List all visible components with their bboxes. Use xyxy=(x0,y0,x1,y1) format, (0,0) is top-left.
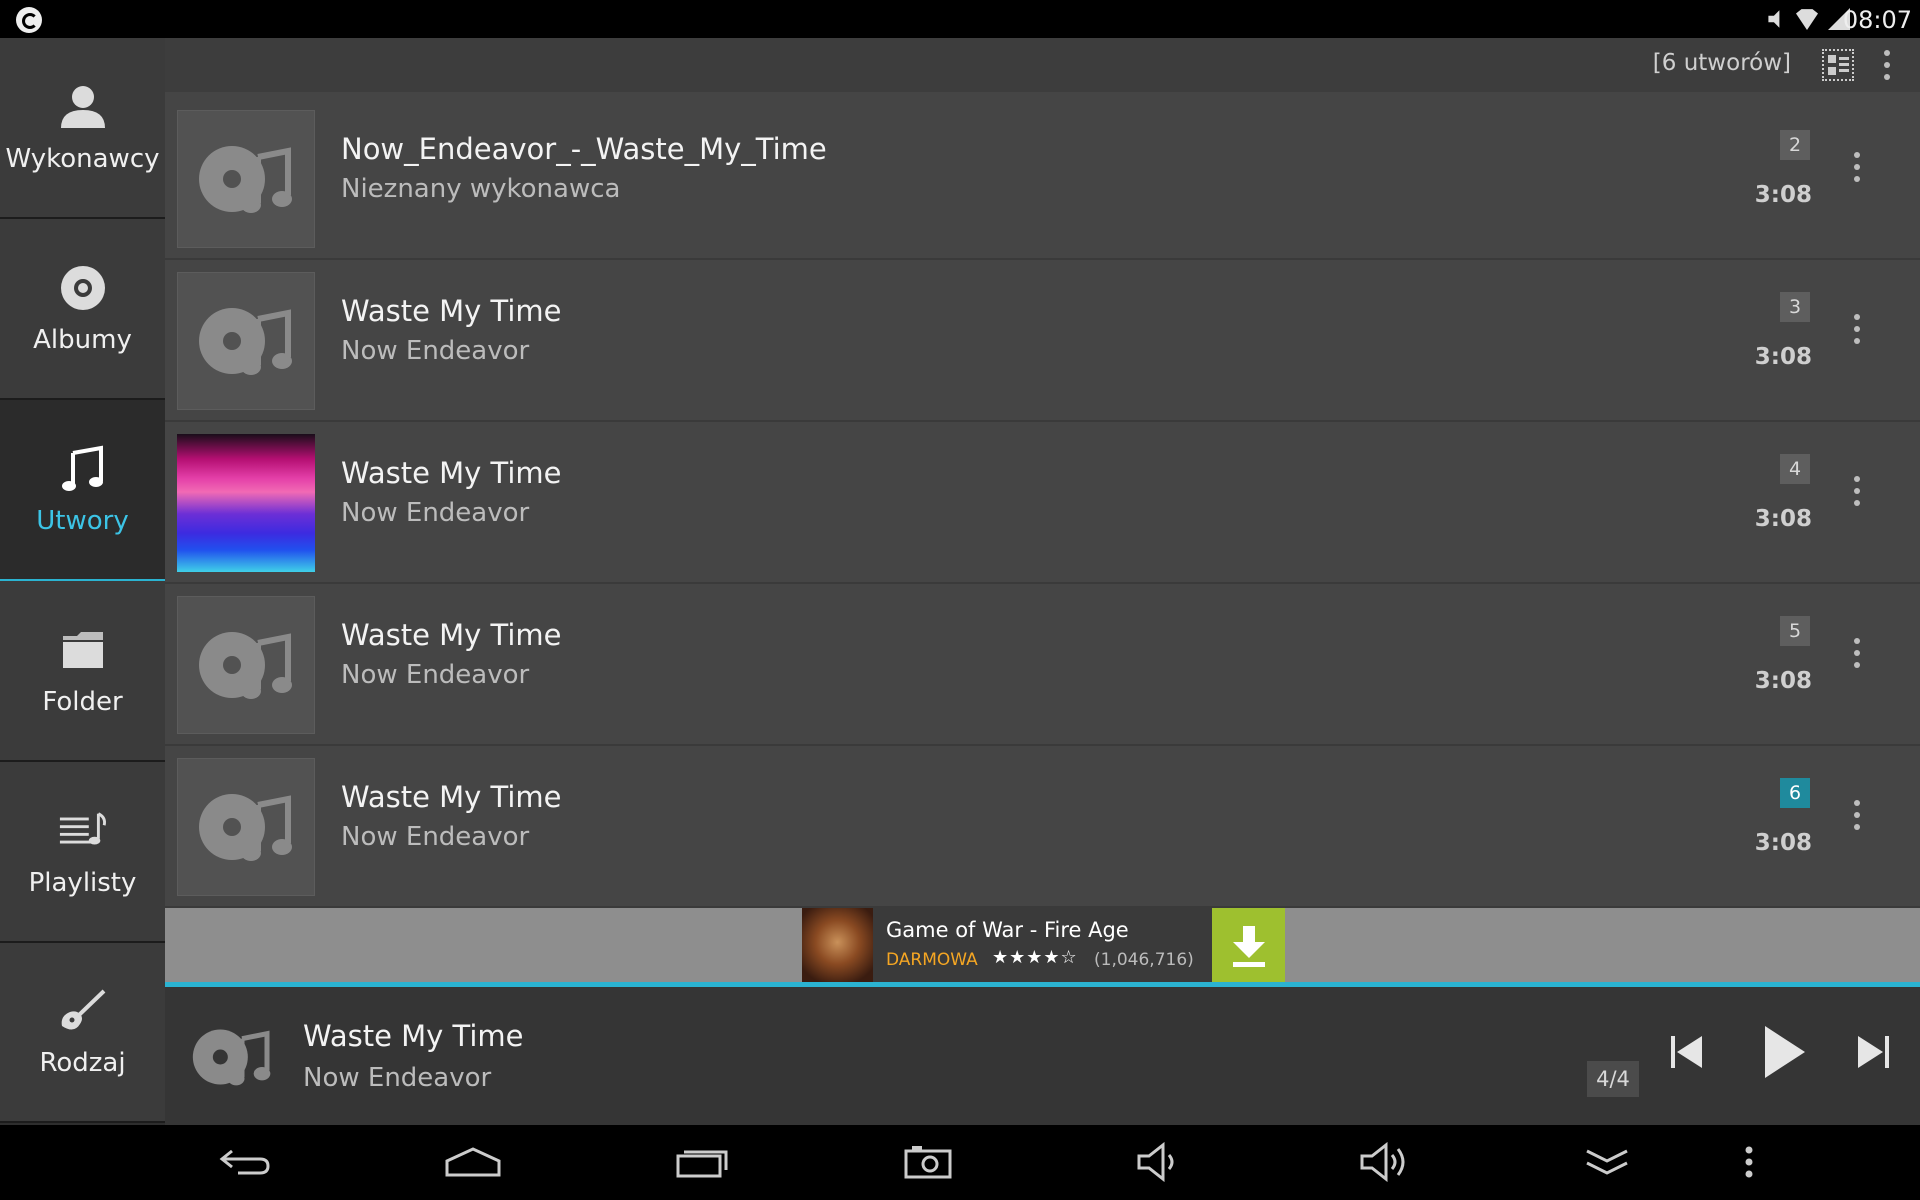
default-art-icon xyxy=(177,758,315,896)
ad-game-image xyxy=(802,908,873,984)
back-icon[interactable] xyxy=(215,1137,275,1187)
default-art-icon xyxy=(177,110,315,248)
now-playing-art-icon xyxy=(190,1015,274,1099)
view-toggle-icon[interactable] xyxy=(1822,49,1854,81)
sidebar-item-label: Playlisty xyxy=(28,867,137,898)
track-count: [6 utworów] xyxy=(1652,50,1791,76)
ad-banner: Game of War - Fire Age DARMOWA ★★★★☆ (1,… xyxy=(165,908,1920,986)
track-number-badge: 5 xyxy=(1780,616,1810,646)
track-number-badge: 4 xyxy=(1780,454,1810,484)
track-number-badge: 6 xyxy=(1780,778,1810,808)
mute-icon xyxy=(1768,10,1780,28)
track-overflow-icon[interactable] xyxy=(1854,800,1860,830)
track-title: Waste My Time xyxy=(341,456,562,490)
sidebar-item-utwory[interactable]: Utwory xyxy=(0,400,165,581)
album-art-image xyxy=(177,434,315,572)
track-artist: Now Endeavor xyxy=(341,498,530,528)
download-icon xyxy=(1232,926,1265,967)
track-overflow-icon[interactable] xyxy=(1854,152,1860,182)
navigation-bar xyxy=(0,1125,1920,1200)
folder-icon xyxy=(58,625,108,675)
list-item[interactable]: Now_Endeavor_-_Waste_My_Time Nieznany wy… xyxy=(165,98,1920,260)
previous-icon xyxy=(1671,1036,1702,1068)
previous-button[interactable] xyxy=(1661,1027,1711,1077)
track-overflow-icon[interactable] xyxy=(1854,638,1860,668)
next-button[interactable] xyxy=(1849,1027,1899,1077)
sidebar-item-wykonawcy[interactable]: Wykonawcy xyxy=(0,38,165,219)
track-artist: Now Endeavor xyxy=(341,336,530,366)
track-number-badge: 2 xyxy=(1780,130,1810,160)
list-item[interactable]: Waste My Time Now Endeavor 3 3:08 xyxy=(165,260,1920,422)
download-button[interactable] xyxy=(1212,908,1285,984)
volume-up-icon[interactable] xyxy=(1355,1137,1415,1187)
track-duration: 3:08 xyxy=(1754,506,1812,532)
queue-position: 4/4 xyxy=(1587,1061,1639,1097)
track-duration: 3:08 xyxy=(1754,830,1812,856)
system-icons xyxy=(1764,6,1850,32)
sidebar-item-albumy[interactable]: Albumy xyxy=(0,219,165,400)
collapse-icon[interactable] xyxy=(1577,1137,1637,1187)
sidebar-item-label: Utwory xyxy=(36,505,129,536)
guitar-icon xyxy=(58,986,108,1036)
ad-card[interactable]: Game of War - Fire Age DARMOWA ★★★★☆ (1,… xyxy=(802,908,1285,984)
overflow-menu-icon[interactable] xyxy=(1884,50,1890,80)
track-title: Waste My Time xyxy=(341,780,562,814)
track-artist: Now Endeavor xyxy=(341,822,530,852)
play-icon xyxy=(1765,1026,1805,1078)
track-title: Waste My Time xyxy=(341,618,562,652)
sidebar-item-folder[interactable]: Folder xyxy=(0,581,165,762)
ad-title: Game of War - Fire Age xyxy=(886,918,1129,942)
app-logo-icon xyxy=(16,7,42,33)
now-playing-title: Waste My Time xyxy=(303,1019,524,1053)
person-icon xyxy=(58,82,108,132)
volume-down-icon[interactable] xyxy=(1128,1137,1188,1187)
track-duration: 3:08 xyxy=(1754,182,1812,208)
track-artist: Nieznany wykonawca xyxy=(341,174,621,204)
now-playing-bar[interactable]: Waste My Time Now Endeavor 4/4 xyxy=(165,987,1920,1125)
sidebar-item-label: Folder xyxy=(42,686,123,717)
list-item[interactable]: Waste My Time Now Endeavor 4 3:08 xyxy=(165,422,1920,584)
ad-rating-count: (1,046,716) xyxy=(1094,950,1194,970)
default-art-icon xyxy=(177,596,315,734)
wifi-icon xyxy=(1796,9,1818,30)
track-duration: 3:08 xyxy=(1754,668,1812,694)
track-artist: Now Endeavor xyxy=(341,660,530,690)
sidebar-item-label: Rodzaj xyxy=(39,1048,126,1078)
status-bar: 08:07 xyxy=(0,0,1920,38)
music-note-icon xyxy=(58,444,108,494)
play-button[interactable] xyxy=(1750,1017,1820,1087)
playlist-icon xyxy=(58,806,108,856)
ad-rating-stars: ★★★★☆ xyxy=(992,947,1078,968)
now-playing-artist: Now Endeavor xyxy=(303,1063,492,1093)
track-overflow-icon[interactable] xyxy=(1854,314,1860,344)
ad-price: DARMOWA xyxy=(886,950,978,970)
clock: 08:07 xyxy=(1842,6,1912,34)
next-icon xyxy=(1858,1036,1889,1068)
menu-icon[interactable] xyxy=(1719,1137,1779,1187)
sidebar-item-playlisty[interactable]: Playlisty xyxy=(0,762,165,943)
track-title: Now_Endeavor_-_Waste_My_Time xyxy=(341,132,827,166)
sidebar-item-label: Wykonawcy xyxy=(5,143,160,174)
track-overflow-icon[interactable] xyxy=(1854,476,1860,506)
sidebar: Wykonawcy Albumy Utwory Folder Playlisty… xyxy=(0,38,165,1125)
sidebar-item-rodzaj[interactable]: Rodzaj xyxy=(0,943,165,1123)
screenshot-icon[interactable] xyxy=(898,1137,958,1187)
track-number-badge: 3 xyxy=(1780,292,1810,322)
track-duration: 3:08 xyxy=(1754,344,1812,370)
home-icon[interactable] xyxy=(443,1137,503,1187)
sidebar-item-label: Albumy xyxy=(33,324,132,355)
track-title: Waste My Time xyxy=(341,294,562,328)
list-item-current[interactable]: Waste My Time Now Endeavor 6 3:08 xyxy=(165,746,1920,908)
recent-apps-icon[interactable] xyxy=(673,1137,733,1187)
main-panel: [6 utworów] Now_Endeavor_-_Waste_My_Time… xyxy=(165,38,1920,1125)
track-list: Now_Endeavor_-_Waste_My_Time Nieznany wy… xyxy=(165,98,1920,908)
disc-icon xyxy=(58,263,108,313)
default-art-icon xyxy=(177,272,315,410)
list-item[interactable]: Waste My Time Now Endeavor 5 3:08 xyxy=(165,584,1920,746)
toolbar: [6 utworów] xyxy=(165,38,1920,92)
